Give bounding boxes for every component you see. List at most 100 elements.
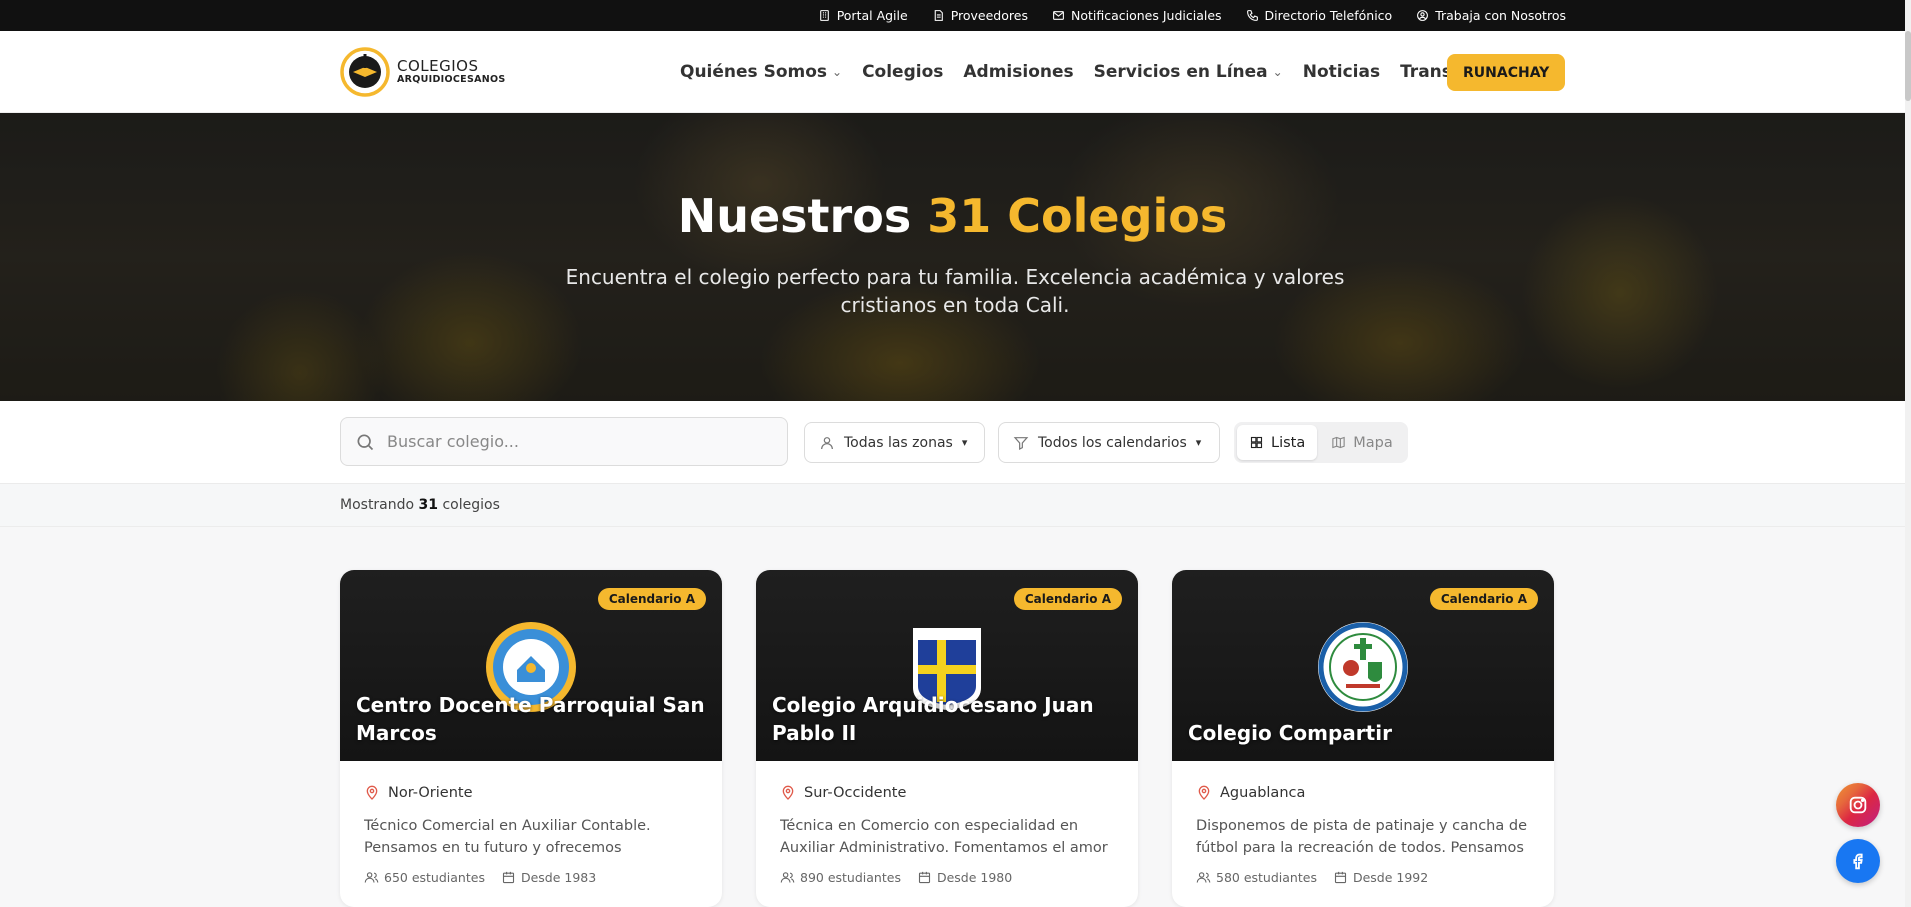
school-founded: Desde 1983 (501, 870, 596, 885)
document-icon (934, 10, 943, 21)
primary-menu: Quiénes Somos ⌄ Colegios Admisiones Serv… (680, 31, 1550, 113)
school-founded-label: Desde 1983 (520, 870, 597, 885)
view-list-label: Lista (1271, 434, 1306, 451)
user-circle-icon (1417, 10, 1429, 21)
school-card[interactable]: Calendario A Colegio Arquidiocesano Juan… (756, 570, 1138, 907)
school-meta: 650 estudiantes Desde 1983 (364, 870, 596, 885)
calendar-icon (1334, 871, 1347, 884)
calendar-icon (918, 871, 931, 884)
chevron-down-icon: ⌄ (1272, 65, 1283, 79)
scrollbar-thumb[interactable] (1905, 31, 1911, 101)
hero-title: Nuestros 31 Colegios (0, 189, 1905, 243)
utility-link-proveedores[interactable]: Proveedores (932, 8, 1028, 23)
school-meta: 580 estudiantes Desde 1992 (1196, 870, 1428, 885)
page-scrollbar[interactable] (1905, 0, 1911, 907)
school-name: Colegio Arquidiocesano Juan Pablo II (772, 693, 1094, 745)
nav-item-admisiones[interactable]: Admisiones (963, 62, 1073, 82)
nav-item-label: Admisiones (963, 62, 1074, 82)
brand-line-2: ARQUIDIOCESANOS (397, 73, 506, 85)
phone-icon (1246, 10, 1258, 21)
search-input[interactable] (387, 432, 767, 451)
users-icon (1196, 872, 1211, 883)
logo-emblem-icon (340, 47, 390, 97)
school-card-header: Calendario A Colegio Compartir (1172, 570, 1554, 761)
search-box[interactable] (340, 417, 788, 466)
results-number: 31 (418, 497, 439, 513)
school-name: Colegio Compartir (1188, 721, 1392, 745)
location-pin-icon (1198, 785, 1210, 800)
school-zone: Aguablanca (1196, 785, 1305, 801)
nav-item-label: Quiénes Somos (680, 62, 828, 82)
filter-bar: Todas las zonas ▾ Todos los calendarios … (0, 401, 1905, 484)
view-toggle: Lista Mapa (1234, 422, 1408, 463)
school-founded: Desde 1980 (917, 870, 1012, 885)
results-suffix: colegios (442, 497, 500, 513)
utility-link-portal-agile[interactable]: Portal Agile (818, 8, 908, 23)
school-students: 650 estudiantes (364, 870, 485, 885)
school-founded-label: Desde 1992 (1352, 870, 1429, 885)
utility-link-label: Portal Agile (836, 8, 908, 23)
view-list-button[interactable]: Lista (1237, 425, 1318, 460)
runachay-button[interactable]: RUNACHAY (1447, 54, 1566, 91)
search-icon (357, 434, 374, 450)
nav-item-noticias[interactable]: Noticias (1303, 62, 1380, 82)
hero-banner: Nuestros 31 Colegios Encuentra el colegi… (0, 113, 1905, 401)
calendar-badge: Calendario A (1013, 588, 1122, 610)
map-icon (1332, 436, 1345, 449)
facebook-icon (1853, 853, 1863, 870)
school-card[interactable]: Calendario A Colegio Compartir Aguablanc… (1172, 570, 1554, 907)
school-zone-label: Aguablanca (1220, 785, 1306, 801)
chevron-down-icon: ⌄ (832, 65, 843, 79)
chevron-down-icon: ▾ (961, 436, 968, 449)
brand-line-1: COLEGIOS (397, 57, 479, 76)
utility-link-directorio[interactable]: Directorio Telefónico (1246, 8, 1393, 23)
location-pin-icon (366, 785, 378, 800)
grid-icon (1250, 436, 1263, 449)
view-map-label: Mapa (1353, 434, 1393, 451)
nav-item-label: Servicios en Línea (1093, 62, 1268, 82)
school-students-label: 580 estudiantes (1216, 870, 1317, 885)
school-students-label: 890 estudiantes (800, 870, 901, 885)
school-zone-label: Nor-Oriente (388, 785, 473, 801)
nav-item-label: Colegios (862, 62, 944, 82)
utility-link-notificaciones[interactable]: Notificaciones Judiciales (1052, 8, 1222, 23)
view-map-button[interactable]: Mapa (1319, 425, 1405, 460)
school-zone: Sur-Occidente (780, 785, 906, 801)
hero-title-prefix: Nuestros (677, 189, 912, 243)
users-icon (364, 872, 379, 883)
calendar-select[interactable]: Todos los calendarios ▾ (998, 422, 1220, 463)
utility-link-label: Notificaciones Judiciales (1070, 8, 1222, 23)
school-zone: Nor-Oriente (364, 785, 473, 801)
users-icon (780, 872, 795, 883)
zone-select[interactable]: Todas las zonas ▾ (804, 422, 985, 463)
school-name: Centro Docente Parroquial San Marcos (356, 693, 705, 745)
hero-subtitle: Encuentra el colegio perfecto para tu fa… (565, 265, 1345, 317)
school-students: 890 estudiantes (780, 870, 901, 885)
user-icon (821, 436, 833, 449)
filter-icon (1013, 436, 1029, 450)
nav-item-colegios[interactable]: Colegios (862, 62, 943, 82)
zone-select-value: Todas las zonas (844, 434, 953, 451)
facebook-button[interactable] (1836, 839, 1880, 883)
brand-logo[interactable]: COLEGIOS ARQUIDIOCESANOS (339, 46, 506, 98)
school-zone-label: Sur-Occidente (804, 785, 907, 801)
utility-link-trabaja[interactable]: Trabaja con Nosotros (1416, 8, 1566, 23)
instagram-icon (1849, 796, 1867, 814)
school-card[interactable]: Calendario A Centro Docente Parroquial S… (340, 570, 722, 907)
brand-wordmark: COLEGIOS ARQUIDIOCESANOS (397, 57, 506, 85)
school-students-label: 650 estudiantes (384, 870, 485, 885)
results-prefix: Mostrando (340, 497, 415, 513)
calendar-badge: Calendario A (1429, 588, 1538, 610)
calendar-icon (502, 871, 515, 884)
nav-item-label: Noticias (1302, 62, 1381, 82)
mail-icon (1053, 11, 1064, 20)
nav-item-quienes-somos[interactable]: Quiénes Somos ⌄ (680, 62, 842, 82)
school-crest-icon (1318, 622, 1408, 712)
hero-content: Nuestros 31 Colegios Encuentra el colegi… (0, 113, 1905, 401)
school-students: 580 estudiantes (1196, 870, 1317, 885)
instagram-button[interactable] (1836, 783, 1880, 827)
nav-item-servicios[interactable]: Servicios en Línea ⌄ (1094, 62, 1283, 82)
school-card-header: Calendario A Centro Docente Parroquial S… (340, 570, 722, 761)
building-icon (819, 10, 829, 21)
utility-link-label: Directorio Telefónico (1264, 8, 1393, 23)
